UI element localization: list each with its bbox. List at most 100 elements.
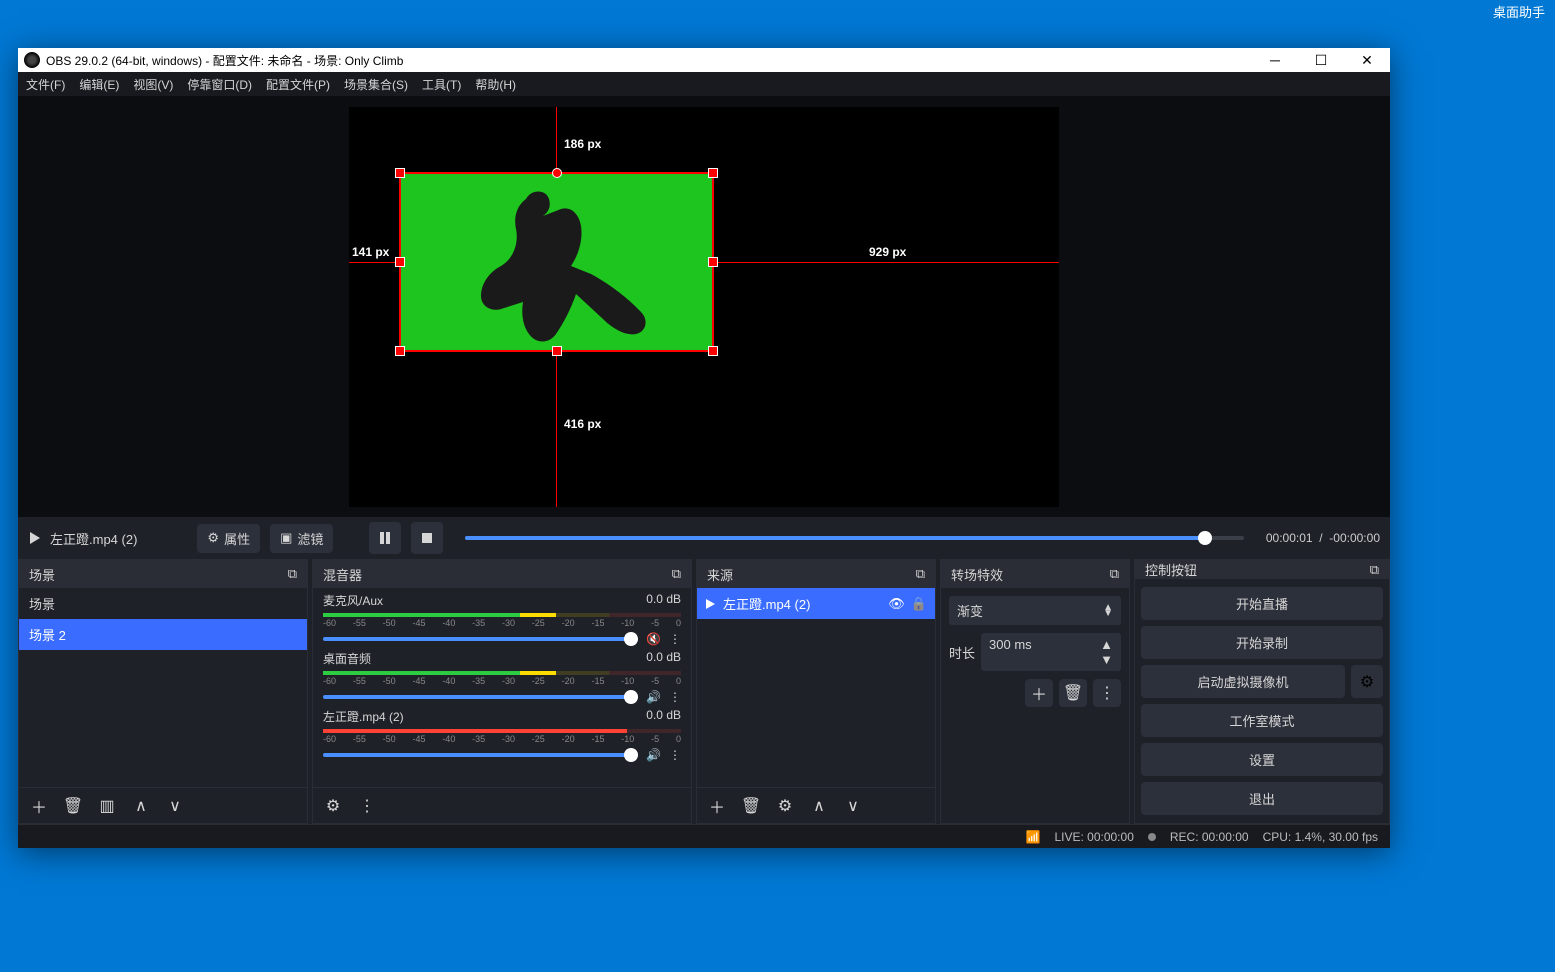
move-source-up-button[interactable]: ∧ [805, 792, 833, 820]
network-icon: 📶 [1026, 830, 1041, 844]
rec-indicator-icon [1148, 833, 1156, 841]
menu-profile[interactable]: 配置文件(P) [266, 76, 330, 93]
status-bar: 📶 LIVE: 00:00:00 REC: 00:00:00 CPU: 1.4%… [18, 824, 1390, 848]
source-item-label: 左正蹬.mp4 (2) [723, 594, 810, 613]
status-live: LIVE: 00:00:00 [1054, 830, 1133, 844]
dock-popout-icon[interactable]: ⧉ [672, 566, 681, 582]
resize-handle-ml[interactable] [395, 257, 405, 267]
start-virtual-cam-button[interactable]: 启动虚拟摄像机 [1141, 665, 1345, 698]
dock-popout-icon[interactable]: ⧉ [1110, 566, 1119, 582]
volume-slider[interactable] [323, 753, 638, 757]
mixer-track-name: 左正蹬.mp4 (2) [323, 708, 404, 725]
resize-handle-bl[interactable] [395, 346, 405, 356]
virtual-cam-settings-button[interactable]: ⚙ [1351, 665, 1383, 698]
dock-popout-icon[interactable]: ⧉ [916, 566, 925, 582]
resize-handle-mr[interactable] [708, 257, 718, 267]
resize-handle-tl[interactable] [395, 168, 405, 178]
speaker-icon[interactable]: 🔊 [646, 690, 661, 704]
add-transition-button[interactable]: ＋ [1025, 679, 1053, 707]
dock-popout-icon[interactable]: ⧉ [288, 566, 297, 582]
pause-button[interactable] [369, 522, 401, 554]
titlebar[interactable]: OBS 29.0.2 (64-bit, windows) - 配置文件: 未命名… [18, 48, 1390, 72]
guide-line-left [349, 262, 399, 263]
move-scene-down-button[interactable]: ∨ [161, 792, 189, 820]
seek-thumb[interactable] [1198, 531, 1212, 545]
studio-mode-button[interactable]: 工作室模式 [1141, 704, 1383, 737]
preview-area[interactable]: 186 px 141 px 929 px 416 px [18, 96, 1390, 517]
properties-label: 属性 [224, 529, 250, 548]
resize-handle-tr[interactable] [708, 168, 718, 178]
play-icon [28, 531, 42, 545]
dock-popout-icon[interactable]: ⧉ [1370, 562, 1379, 578]
menu-dock[interactable]: 停靠窗口(D) [187, 76, 252, 93]
start-streaming-button[interactable]: 开始直播 [1141, 587, 1383, 620]
volume-thumb[interactable] [624, 632, 638, 646]
menu-help[interactable]: 帮助(H) [475, 76, 516, 93]
exit-button[interactable]: 退出 [1141, 782, 1383, 815]
menu-file[interactable]: 文件(F) [26, 76, 65, 93]
transition-select[interactable]: 渐变 ▲▼ [949, 596, 1121, 625]
preview-canvas[interactable]: 186 px 141 px 929 px 416 px [349, 107, 1059, 507]
scene-item[interactable]: 场景 2 [19, 619, 307, 650]
track-menu-button[interactable]: ⋮ [669, 748, 681, 762]
start-recording-button[interactable]: 开始录制 [1141, 626, 1383, 659]
desktop-assistant-label: 桌面助手 [1493, 2, 1545, 21]
move-source-down-button[interactable]: ∨ [839, 792, 867, 820]
scene-filter-button[interactable]: ▥ [93, 792, 121, 820]
transition-menu-button[interactable]: ⋮ [1093, 679, 1121, 707]
menu-edit[interactable]: 编辑(E) [79, 76, 119, 93]
mixer-dock: 混音器 ⧉ 麦克风/Aux 0.0 dB -60-55-50-45-40-35-… [312, 559, 692, 824]
mixer-track-db: 0.0 dB [646, 708, 681, 725]
window-close-button[interactable]: ✕ [1344, 48, 1390, 72]
media-source-name: 左正蹬.mp4 (2) [50, 529, 137, 548]
remove-scene-button[interactable]: 🗑 [59, 792, 87, 820]
volume-slider[interactable] [323, 695, 638, 699]
source-visibility-icon[interactable]: 👁 [888, 596, 905, 612]
filters-label: 滤镜 [297, 529, 323, 548]
settings-button[interactable]: 设置 [1141, 743, 1383, 776]
add-scene-button[interactable]: ＋ [25, 792, 53, 820]
filters-button[interactable]: ▣ 滤镜 [270, 524, 333, 553]
window-minimize-button[interactable]: ─ [1252, 48, 1298, 72]
media-control-bar: 左正蹬.mp4 (2) ⚙ 属性 ▣ 滤镜 00:00:01 / -00:00:… [18, 517, 1390, 559]
mixer-settings-button[interactable]: ⚙ [319, 792, 347, 820]
selected-source-box[interactable] [399, 172, 714, 352]
add-source-button[interactable]: ＋ [703, 792, 731, 820]
mixer-menu-button[interactable]: ⋮ [353, 792, 381, 820]
window-maximize-button[interactable]: ☐ [1298, 48, 1344, 72]
remove-transition-button[interactable]: 🗑 [1059, 679, 1087, 707]
seek-slider[interactable] [465, 536, 1243, 540]
mute-icon[interactable]: 🔇 [646, 632, 661, 646]
remove-source-button[interactable]: 🗑 [737, 792, 765, 820]
track-menu-button[interactable]: ⋮ [669, 690, 681, 704]
guide-line-bottom [556, 354, 557, 507]
track-menu-button[interactable]: ⋮ [669, 632, 681, 646]
resize-handle-br[interactable] [708, 346, 718, 356]
scene-item[interactable]: 场景 [19, 588, 307, 619]
source-lock-icon[interactable]: 🔒 [911, 596, 927, 612]
source-properties-button[interactable]: ⚙ [771, 792, 799, 820]
meter-ticks: -60-55-50-45-40-35-30-25-20-15-10-50 [323, 676, 681, 686]
stop-button[interactable] [411, 522, 443, 554]
speaker-icon[interactable]: 🔊 [646, 748, 661, 762]
spinner-arrows-icon: ▲▼ [1100, 637, 1113, 667]
guide-label-bottom: 416 px [564, 417, 601, 431]
menu-view[interactable]: 视图(V) [133, 76, 173, 93]
status-rec: REC: 00:00:00 [1170, 830, 1249, 844]
pause-icon [378, 531, 392, 545]
properties-button[interactable]: ⚙ 属性 [197, 524, 260, 553]
source-item[interactable]: 左正蹬.mp4 (2) 👁 🔒 [697, 588, 935, 619]
menu-scene-collection[interactable]: 场景集合(S) [344, 76, 408, 93]
audio-meter [323, 729, 681, 733]
duration-spinbox[interactable]: 300 ms ▲▼ [981, 633, 1121, 671]
resize-handle-bm[interactable] [552, 346, 562, 356]
menu-tools[interactable]: 工具(T) [422, 76, 461, 93]
video-content-silhouette [431, 184, 691, 349]
move-scene-up-button[interactable]: ∧ [127, 792, 155, 820]
volume-thumb[interactable] [624, 690, 638, 704]
mixer-title: 混音器 [323, 565, 362, 584]
resize-handle-tm[interactable] [552, 168, 562, 178]
sources-title: 来源 [707, 565, 733, 584]
volume-thumb[interactable] [624, 748, 638, 762]
volume-slider[interactable] [323, 637, 638, 641]
